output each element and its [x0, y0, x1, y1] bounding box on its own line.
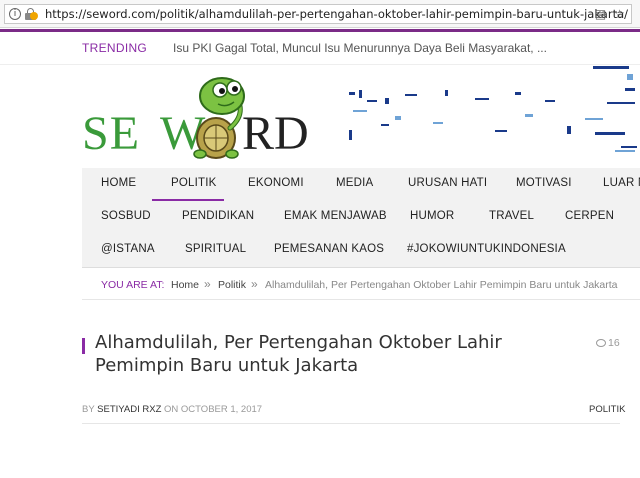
nav-row-2: SOSBUD PENDIDIKAN EMAK MENJAWAB HUMOR TR… — [82, 201, 640, 234]
url-text[interactable]: https://seword.com/politik/alhamdulilah-… — [45, 7, 628, 21]
url-field[interactable]: i https://seword.com/politik/alhamdulila… — [4, 4, 632, 24]
logo-text-se: SE — [82, 107, 141, 160]
breadcrumb-label: YOU ARE AT: — [101, 279, 165, 291]
bookmark-star-icon[interactable]: ☆ — [614, 7, 625, 21]
nav-item-travel[interactable]: TRAVEL — [489, 210, 534, 222]
nav-item-cerpen[interactable]: CERPEN — [565, 210, 614, 222]
nav-item-media[interactable]: MEDIA — [336, 177, 373, 189]
info-icon[interactable]: i — [9, 8, 21, 20]
category-link[interactable]: POLITIK — [589, 404, 625, 415]
breadcrumb-home-link[interactable]: Home — [171, 279, 199, 291]
comment-count-link[interactable]: 16 — [596, 337, 620, 349]
publish-date: OCTOBER 1, 2017 — [180, 404, 263, 415]
trending-bar: TRENDING Isu PKI Gagal Total, Muncul Isu… — [82, 33, 640, 63]
comment-count: 16 — [608, 337, 620, 349]
nav-item-jokowiuntukindonesia[interactable]: #JOKOWIUNTUKINDONESIA — [407, 243, 566, 255]
nav-item-spiritual[interactable]: SPIRITUAL — [185, 243, 246, 255]
main-navigation: HOME POLITIK EKONOMI MEDIA URUSAN HATI M… — [82, 168, 640, 268]
breadcrumb-separator: » — [204, 277, 211, 291]
nav-item-home[interactable]: HOME — [101, 177, 136, 189]
nav-item-sosbud[interactable]: SOSBUD — [101, 210, 151, 222]
nav-item-emak-menjawab[interactable]: EMAK MENJAWAB — [284, 210, 387, 222]
nav-item-pemesanan-kaos[interactable]: PEMESANAN KAOS — [274, 243, 384, 255]
nav-row-1: HOME POLITIK EKONOMI MEDIA URUSAN HATI M… — [82, 168, 640, 201]
nav-item-istana[interactable]: @ISTANA — [101, 243, 155, 255]
nav-item-motivasi[interactable]: MOTIVASI — [516, 177, 572, 189]
article-meta: BY SETIYADI RXZ ON OCTOBER 1, 2017 — [82, 404, 262, 415]
ad-banner-image[interactable] — [345, 60, 640, 155]
meta-by: BY — [82, 404, 95, 415]
breadcrumb-politik-link[interactable]: Politik — [218, 279, 246, 291]
site-logo[interactable]: SE W RD — [82, 72, 312, 162]
trending-label: TRENDING — [82, 41, 148, 55]
breadcrumb-current: Alhamdulilah, Per Pertengahan Oktober La… — [265, 279, 618, 291]
reader-view-icon[interactable]: ▤ — [595, 7, 606, 21]
divider — [82, 423, 620, 424]
breadcrumb-separator: » — [251, 277, 258, 291]
meta-on: ON — [164, 404, 179, 415]
top-accent-line — [0, 29, 640, 32]
nav-item-urusan-hati[interactable]: URUSAN HATI — [408, 177, 487, 189]
logo-text-rd: RD — [242, 107, 309, 160]
author-link[interactable]: SETIYADI RXZ — [97, 404, 161, 415]
insecure-lock-icon[interactable] — [25, 8, 38, 20]
article-title: Alhamdulilah, Per Pertengahan Oktober La… — [95, 332, 502, 377]
trending-headline-link[interactable]: Isu PKI Gagal Total, Muncul Isu Menurunn… — [173, 41, 547, 55]
nav-item-pendidikan[interactable]: PENDIDIKAN — [182, 210, 254, 222]
turtle-mascot-icon — [193, 77, 245, 159]
nav-row-3: @ISTANA SPIRITUAL PEMESANAN KAOS #JOKOWI… — [82, 234, 640, 267]
comment-icon — [596, 339, 606, 347]
nav-item-politik[interactable]: POLITIK — [171, 177, 217, 189]
title-accent-bar — [82, 338, 85, 354]
nav-item-luar-negeri[interactable]: LUAR N — [603, 177, 640, 189]
nav-item-ekonomi[interactable]: EKONOMI — [248, 177, 304, 189]
breadcrumb: YOU ARE AT: Home » Politik » Alhamdulila… — [82, 268, 640, 300]
browser-address-bar: i https://seword.com/politik/alhamdulila… — [0, 0, 640, 28]
nav-item-humor[interactable]: HUMOR — [410, 210, 454, 222]
